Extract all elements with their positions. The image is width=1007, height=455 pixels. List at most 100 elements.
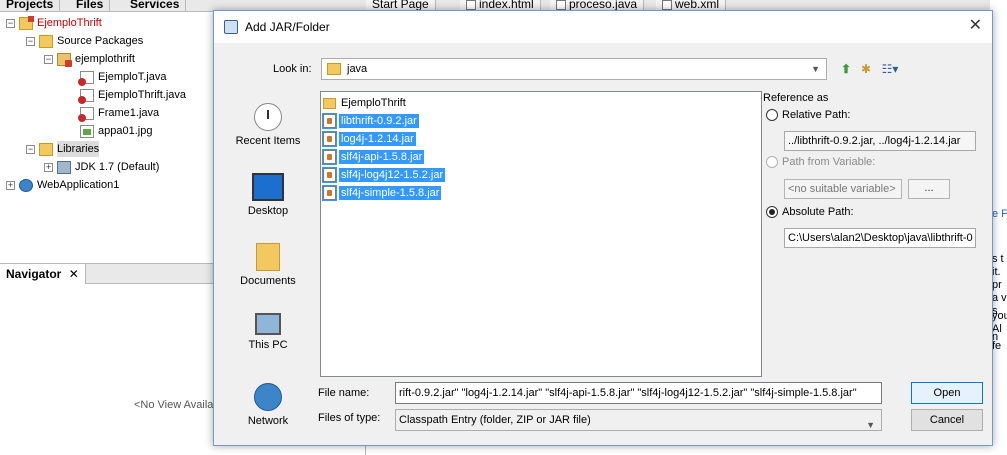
jdk-icon [57,160,71,174]
collapse-icon[interactable]: − [26,36,35,46]
tree-item-package[interactable]: − ejemplothrift [44,51,135,67]
absolute-path-label: Absolute Path: [782,206,854,218]
variable-select: <no suitable variable> [784,179,902,199]
tree-item-label: Source Packages [57,35,144,47]
open-button[interactable]: Open [911,382,983,404]
place-documents[interactable]: Documents [219,243,317,303]
place-label: Network [247,415,289,427]
collapse-icon[interactable]: − [44,54,53,64]
place-label: Recent Items [235,135,301,147]
tree-item-ejemplothrift[interactable]: − EjemploThrift [6,15,102,31]
files-of-type-value: Classpath Entry (folder, ZIP or JAR file… [399,414,591,426]
relative-path-field[interactable]: ../libthrift-0.9.2.jar, ../log4j-1.2.14.… [784,131,976,151]
tree-item-label: EjemploThrift [37,17,102,29]
look-in-value: java [347,63,368,75]
close-icon[interactable]: ✕ [69,267,79,281]
radio-unchecked-icon[interactable] [766,109,778,121]
list-item[interactable]: slf4j-log4j12-1.5.2.jar [322,166,759,184]
file-name-label: File name: [318,387,370,399]
collapse-icon[interactable]: − [6,18,15,28]
files-of-type-label: Files of type: [318,412,381,424]
close-icon[interactable]: ✕ [969,18,982,34]
tree-item-label: WebApplication1 [37,179,120,191]
file-name: EjemploThrift [341,97,406,109]
tree-item-label: EjemploThrift.java [98,89,187,101]
place-recent-items[interactable]: Recent Items [219,103,317,163]
tree-item-file[interactable]: appa01.jpg [80,123,152,139]
java-file-icon [78,70,94,86]
new-folder-icon[interactable]: ✱ [858,61,874,77]
tree-item-webapplication1[interactable]: + WebApplication1 [6,177,119,193]
folder-icon [39,142,53,156]
java-file-icon [556,0,566,10]
no-view-message: <No View Availab [134,399,220,411]
files-of-type-combo[interactable]: Classpath Entry (folder, ZIP or JAR file… [395,409,882,431]
reference-as-panel: Reference as Relative Path: ../libthrift… [762,91,992,381]
tree-item-label: appa01.jpg [98,125,153,137]
place-this-pc[interactable]: This PC [219,313,317,373]
file-name: slf4j-simple-1.5.8.jar [339,186,442,200]
dialog-body: Look in: java ▼ ⬆ ✱ ☷▾ Recent Items Desk… [214,43,992,445]
place-desktop[interactable]: Desktop [219,173,317,233]
tab-projects[interactable]: Projects [0,0,61,11]
computer-icon [255,313,281,335]
relative-path-radio[interactable]: Relative Path: [766,109,850,121]
tree-item-label: ejemplothrift [75,53,135,65]
place-label: Documents [240,275,296,287]
up-folder-icon[interactable]: ⬆ [838,61,854,77]
expand-icon[interactable]: + [44,162,53,172]
places-bar: Recent Items Desktop Documents This PC N… [219,91,317,437]
cancel-button[interactable]: Cancel [911,409,983,431]
tree-item-source-packages[interactable]: − Source Packages [26,33,143,49]
folder-icon [39,34,53,48]
path-from-variable-label: Path from Variable: [782,156,876,168]
collapse-icon[interactable]: − [26,144,35,154]
file-name: log4j-1.2.14.jar [339,132,416,146]
desktop-icon [252,173,284,201]
relative-path-label: Relative Path: [782,109,851,121]
list-item[interactable]: libthrift-0.9.2.jar [322,112,759,130]
tree-item-label: JDK 1.7 (Default) [75,161,160,173]
tree-item-file[interactable]: Frame1.java [78,105,160,122]
jar-file-icon [322,167,337,183]
background-text: s t [992,253,1004,265]
path-from-variable-radio: Path from Variable: [766,156,875,168]
tree-item-label: Frame1.java [98,107,160,119]
list-item[interactable]: slf4j-api-1.5.8.jar [322,148,759,166]
tree-item-libraries[interactable]: − Libraries [26,141,100,157]
project-icon [19,15,34,30]
radio-checked-icon[interactable] [766,206,778,218]
file-name-input[interactable]: rift-0.9.2.jar" "log4j-1.2.14.jar" "slf4… [395,382,882,404]
background-text: e F [992,208,1007,220]
jar-file-icon [322,185,337,201]
tree-item-label: Libraries [57,141,100,157]
background-text: you [992,310,1007,322]
absolute-path-field[interactable]: C:\Users\alan2\Desktop\java\libthrift-0 [784,228,976,248]
look-in-combo[interactable]: java ▼ [321,58,827,80]
list-item[interactable]: EjemploThrift [323,94,759,112]
java-file-icon [78,88,94,104]
dialog-titlebar[interactable]: Add JAR/Folder ✕ [214,11,992,43]
navigator-tab-label: Navigator [6,266,62,281]
place-network[interactable]: Network [219,383,317,443]
java-file-icon [78,106,94,122]
view-menu-icon[interactable]: ☷▾ [878,61,902,77]
tree-item-label: EjemploT.java [98,71,167,83]
tree-item-file[interactable]: EjemploThrift.java [78,87,187,104]
tab-services[interactable]: Services [124,0,187,11]
expand-icon[interactable]: + [6,180,15,190]
tab-files[interactable]: Files [70,0,111,11]
tree-item-jdk[interactable]: + JDK 1.7 (Default) [44,159,159,175]
place-label: Desktop [247,205,289,217]
list-item[interactable]: slf4j-simple-1.5.8.jar [322,184,759,202]
folder-icon [323,97,336,109]
file-list[interactable]: EjemploThrift libthrift-0.9.2.jar log4j-… [320,91,762,377]
tab-navigator[interactable]: Navigator ✕ [0,263,86,284]
tree-item-file[interactable]: EjemploT.java [78,69,167,86]
absolute-path-radio[interactable]: Absolute Path: [766,206,854,218]
list-item[interactable]: log4j-1.2.14.jar [322,130,759,148]
file-name: libthrift-0.9.2.jar [339,114,419,128]
package-icon [57,52,72,67]
image-file-icon [80,124,94,138]
dialog-title: Add JAR/Folder [245,20,330,34]
